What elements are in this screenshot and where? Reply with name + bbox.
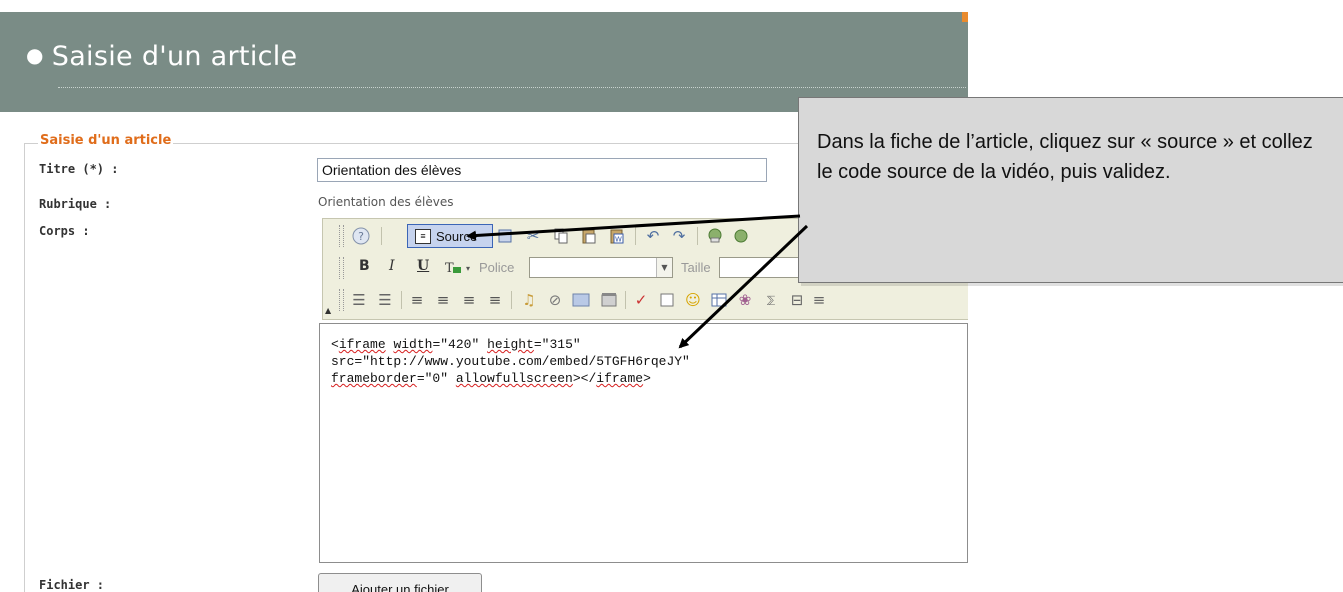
code-token: frameborder xyxy=(331,371,417,386)
video-icon[interactable] xyxy=(599,290,619,310)
text-color-icon[interactable]: T ▾ xyxy=(443,258,473,278)
add-file-button[interactable]: Ajouter un fichier xyxy=(318,573,482,592)
underline-button[interactable]: U xyxy=(417,258,429,274)
toolbar-separator xyxy=(401,291,402,309)
toolbar-separator xyxy=(511,291,512,309)
code-token: ="315" xyxy=(533,337,581,352)
titre-label: Titre (*) : xyxy=(39,162,119,176)
toolbar-grip[interactable] xyxy=(339,289,344,311)
bulleted-list-icon[interactable]: ☰ xyxy=(375,290,395,310)
source-icon: ≡ xyxy=(415,228,431,244)
image-icon[interactable] xyxy=(571,290,591,310)
undo-icon[interactable]: ↶ xyxy=(643,226,663,246)
size-label: Taille xyxy=(681,260,711,275)
spellcheck-icon[interactable]: ✓ xyxy=(631,290,651,310)
code-token: < xyxy=(331,337,339,352)
toolbar-separator xyxy=(697,227,698,245)
callout-text: Dans la fiche de l’article, cliquez sur … xyxy=(817,131,1313,183)
fichier-label: Fichier : xyxy=(39,578,105,592)
font-label: Police xyxy=(479,260,515,275)
source-button[interactable]: ≡ Source xyxy=(407,224,493,248)
paste-icon[interactable] xyxy=(579,226,599,246)
paste-word-icon[interactable]: W xyxy=(607,226,627,246)
code-token: height xyxy=(487,337,534,352)
find-icon[interactable] xyxy=(705,226,725,246)
header-dotted-divider xyxy=(58,87,966,88)
help-icon[interactable]: ? xyxy=(351,226,371,246)
instruction-callout: Dans la fiche de l’article, cliquez sur … xyxy=(798,97,1343,283)
copy-icon[interactable] xyxy=(551,226,571,246)
music-icon[interactable]: ♫ xyxy=(519,290,539,310)
code-token: ></ xyxy=(572,371,597,386)
more-icon[interactable]: ≡ xyxy=(809,290,829,310)
source-button-label: Source xyxy=(436,228,478,244)
fieldset-legend: Saisie d'un article xyxy=(38,133,174,148)
svg-text:?: ? xyxy=(358,230,364,243)
align-right-icon[interactable]: ≡ xyxy=(459,290,479,310)
toolbar-row-3: ☰ ☰ ≡ ≡ ≡ ≡ ♫ ⊘ ✓ ☺ ❀ ⅀ ⊟ ≡ xyxy=(339,287,968,313)
frame-icon[interactable] xyxy=(657,290,677,310)
code-token: allowfullscreen xyxy=(455,371,573,386)
source-code-textarea[interactable]: <iframe width="420" height="315" src="ht… xyxy=(319,323,968,563)
code-token: iframe xyxy=(338,337,386,352)
font-select[interactable]: ▼ xyxy=(529,257,673,278)
source-code: <iframe width="420" height="315" src="ht… xyxy=(331,336,690,387)
redo-icon[interactable]: ↷ xyxy=(669,226,689,246)
numbered-list-icon[interactable]: ☰ xyxy=(349,290,369,310)
flash-icon[interactable]: ⊘ xyxy=(545,290,565,310)
toolbar-separator xyxy=(625,291,626,309)
justify-icon[interactable]: ≡ xyxy=(485,290,505,310)
align-left-icon[interactable]: ≡ xyxy=(407,290,427,310)
replace-icon[interactable] xyxy=(731,226,751,246)
code-token: width xyxy=(393,337,433,352)
code-line: src="http://www.youtube.com/embed/5TGFH6… xyxy=(331,354,690,369)
svg-text:T: T xyxy=(445,261,454,276)
toolbar-grip[interactable] xyxy=(339,225,344,247)
smiley-icon[interactable]: ☺ xyxy=(683,290,703,310)
collapse-toolbar-icon[interactable]: ▲ xyxy=(325,306,331,315)
table-icon[interactable] xyxy=(709,290,729,310)
code-token: ="0" xyxy=(416,371,456,386)
page-title: ● Saisie d'un article xyxy=(26,41,297,72)
italic-button[interactable]: I xyxy=(389,258,395,274)
toolbar-separator xyxy=(635,227,636,245)
latex-icon[interactable]: ⅀ xyxy=(761,290,781,310)
rubrique-value: Orientation des élèves xyxy=(318,195,454,209)
page-title-text: Saisie d'un article xyxy=(51,41,298,72)
svg-text:W: W xyxy=(615,236,622,244)
screenshot-area: ● Saisie d'un article Saisie d'un article… xyxy=(0,0,968,592)
header-accent-mark xyxy=(962,12,968,22)
code-token: > xyxy=(643,371,651,386)
toolbar-separator xyxy=(381,227,382,245)
corps-label: Corps : xyxy=(39,224,90,238)
toolbar-grip[interactable] xyxy=(339,257,344,279)
code-token: ="420" xyxy=(432,337,488,352)
bold-button[interactable]: B xyxy=(359,258,370,274)
special-char-icon[interactable]: ❀ xyxy=(735,290,755,310)
code-token: iframe xyxy=(596,371,644,386)
align-center-icon[interactable]: ≡ xyxy=(433,290,453,310)
title-bullet: ● xyxy=(26,43,44,67)
cut-icon[interactable]: ✂ xyxy=(523,226,543,246)
rubrique-label: Rubrique : xyxy=(39,197,112,211)
size-select[interactable] xyxy=(719,257,799,278)
page-break-icon[interactable]: ⊟ xyxy=(787,290,807,310)
svg-text:▾: ▾ xyxy=(466,264,470,273)
new-page-icon[interactable] xyxy=(495,226,515,246)
chevron-down-icon: ▼ xyxy=(656,258,672,277)
titre-input[interactable]: Orientation des élèves xyxy=(317,158,767,182)
